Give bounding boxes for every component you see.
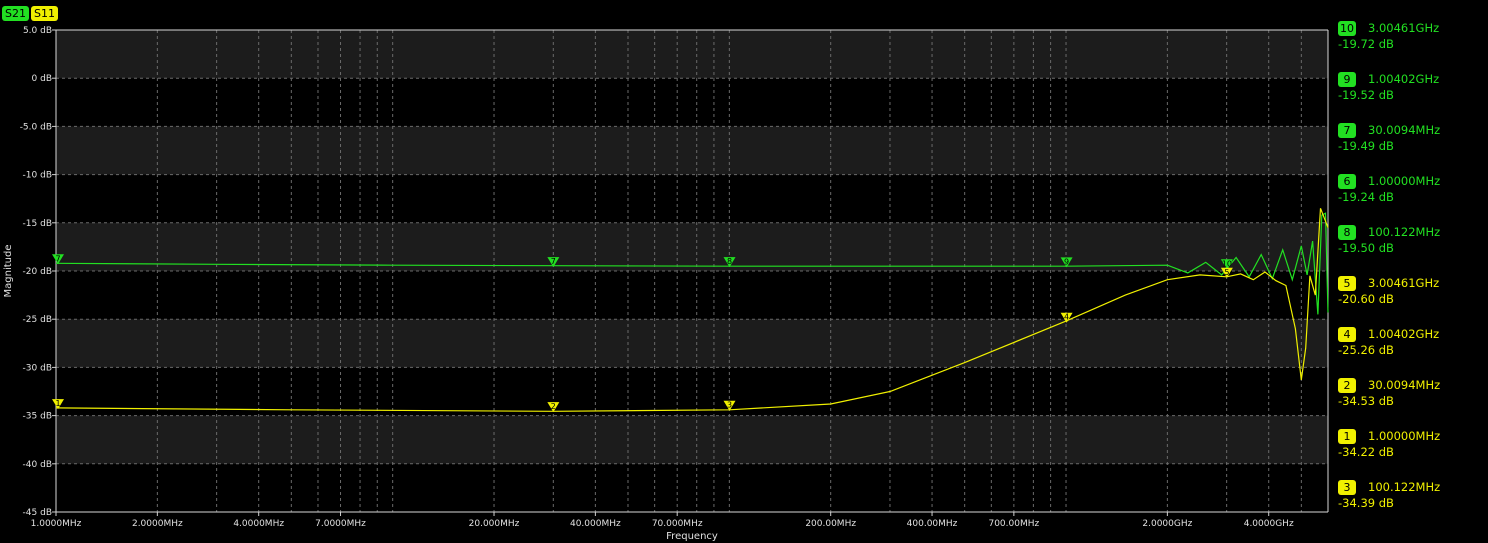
marker-badge: 6 — [1338, 174, 1356, 189]
marker-frequency: 100.122MHz — [1368, 225, 1441, 239]
trace-tag-s21[interactable]: S21 — [2, 6, 29, 21]
marker-label: 3 — [727, 401, 732, 410]
y-tick-label: -10 dB — [23, 171, 52, 181]
marker-label: 7 — [55, 254, 60, 263]
marker-badge: 1 — [1338, 429, 1356, 444]
y-tick-label: -25 dB — [23, 315, 52, 325]
plot-band — [56, 222, 1328, 271]
marker-value: -19.24 dB — [1338, 190, 1394, 204]
marker-label: 8 — [727, 257, 732, 266]
marker-entry[interactable]: 10 3.00461GHz -19.72 dB — [1338, 20, 1488, 60]
trace-tag-s11[interactable]: S11 — [31, 6, 58, 21]
y-tick-label: -45 dB — [23, 508, 52, 518]
marker-value: -20.60 dB — [1338, 292, 1394, 306]
marker-label: 2 — [551, 402, 556, 411]
marker-badge: 2 — [1338, 378, 1356, 393]
marker-badge: 9 — [1338, 72, 1356, 87]
marker-badge: 5 — [1338, 276, 1356, 291]
marker-frequency: 1.00000MHz — [1368, 429, 1441, 443]
plot-band — [56, 30, 1328, 79]
marker-frequency: 1.00402GHz — [1368, 72, 1440, 86]
marker-badge: 7 — [1338, 123, 1356, 138]
marker-entry[interactable]: 4 1.00402GHz -25.26 dB — [1338, 326, 1488, 366]
x-tick-label: 4.0000GHz — [1244, 519, 1294, 529]
y-tick-label: 0 dB — [32, 74, 52, 84]
x-tick-label: 200.00MHz — [805, 519, 856, 529]
marker-entry[interactable]: 2 30.0094MHz -34.53 dB — [1338, 377, 1488, 417]
x-tick-label: 70.000MHz — [652, 519, 703, 529]
marker-frequency: 3.00461GHz — [1368, 21, 1440, 35]
marker-value: -34.39 dB — [1338, 496, 1394, 510]
plot-band — [56, 319, 1328, 368]
marker-value: -25.26 dB — [1338, 343, 1394, 357]
marker-badge: 3 — [1338, 480, 1356, 495]
marker-entry[interactable]: 6 1.00000MHz -19.24 dB — [1338, 173, 1488, 213]
y-tick-label: -40 dB — [23, 460, 52, 470]
marker-label: 5 — [1224, 268, 1229, 277]
marker-badge: 8 — [1338, 225, 1356, 240]
y-tick-label: -35 dB — [23, 412, 52, 422]
marker-value: -19.52 dB — [1338, 88, 1394, 102]
marker-entry[interactable]: 1 1.00000MHz -34.22 dB — [1338, 428, 1488, 468]
marker-entry[interactable]: 7 30.0094MHz -19.49 dB — [1338, 122, 1488, 162]
x-axis-label: Frequency — [666, 531, 718, 542]
marker-label: 7 — [551, 257, 556, 266]
y-tick-label: -30 dB — [23, 363, 52, 373]
marker-frequency: 30.0094MHz — [1368, 123, 1441, 137]
marker-value: -19.72 dB — [1338, 37, 1394, 51]
plot-band — [56, 415, 1328, 464]
vna-chart: 5.0 dB 0 dB -5.0 dB -10 dB -15 dB -20 dB -25 d… — [3, 26, 1329, 542]
x-tick-label: 20.000MHz — [469, 519, 520, 529]
y-tick-label: -20 dB — [23, 267, 52, 277]
marker-value: -19.49 dB — [1338, 139, 1394, 153]
y-tick-label: 5.0 dB — [23, 26, 52, 36]
marker-value: -19.50 dB — [1338, 241, 1394, 255]
x-tick-label: 7.0000MHz — [315, 519, 366, 529]
marker-entry[interactable]: 5 3.00461GHz -20.60 dB — [1338, 275, 1488, 315]
marker-entry[interactable]: 8 100.122MHz -19.50 dB — [1338, 224, 1488, 264]
marker-entry[interactable]: 3 100.122MHz -34.39 dB — [1338, 479, 1488, 519]
marker-frequency: 100.122MHz — [1368, 480, 1441, 494]
marker-entry[interactable]: 9 1.00402GHz -19.52 dB — [1338, 71, 1488, 111]
marker-frequency: 30.0094MHz — [1368, 378, 1441, 392]
x-tick-label: 40.000MHz — [570, 519, 621, 529]
marker-badge: 4 — [1338, 327, 1356, 342]
marker-frequency: 1.00000MHz — [1368, 174, 1441, 188]
x-tick-label: 400.00MHz — [907, 519, 958, 529]
marker-label: 9 — [1064, 257, 1069, 266]
x-tick-label: 4.0000MHz — [233, 519, 284, 529]
x-tick-label: 700.00MHz — [988, 519, 1039, 529]
marker-label: 4 — [1064, 313, 1069, 322]
marker-frequency: 1.00402GHz — [1368, 327, 1440, 341]
marker-label: 1 — [55, 399, 60, 408]
marker-badge: 10 — [1338, 21, 1356, 36]
marker-frequency: 3.00461GHz — [1368, 276, 1440, 290]
x-tick-label: 1.0000MHz — [31, 519, 82, 529]
x-tick-label: 2.0000MHz — [132, 519, 183, 529]
y-axis-label: Magnitude — [3, 245, 14, 298]
y-tick-label: -5.0 dB — [20, 122, 52, 132]
y-tick-label: -15 dB — [23, 219, 52, 229]
marker-value: -34.22 dB — [1338, 445, 1394, 459]
marker-value: -34.53 dB — [1338, 394, 1394, 408]
plot-band — [56, 126, 1328, 175]
x-tick-label: 2.0000GHz — [1142, 519, 1192, 529]
